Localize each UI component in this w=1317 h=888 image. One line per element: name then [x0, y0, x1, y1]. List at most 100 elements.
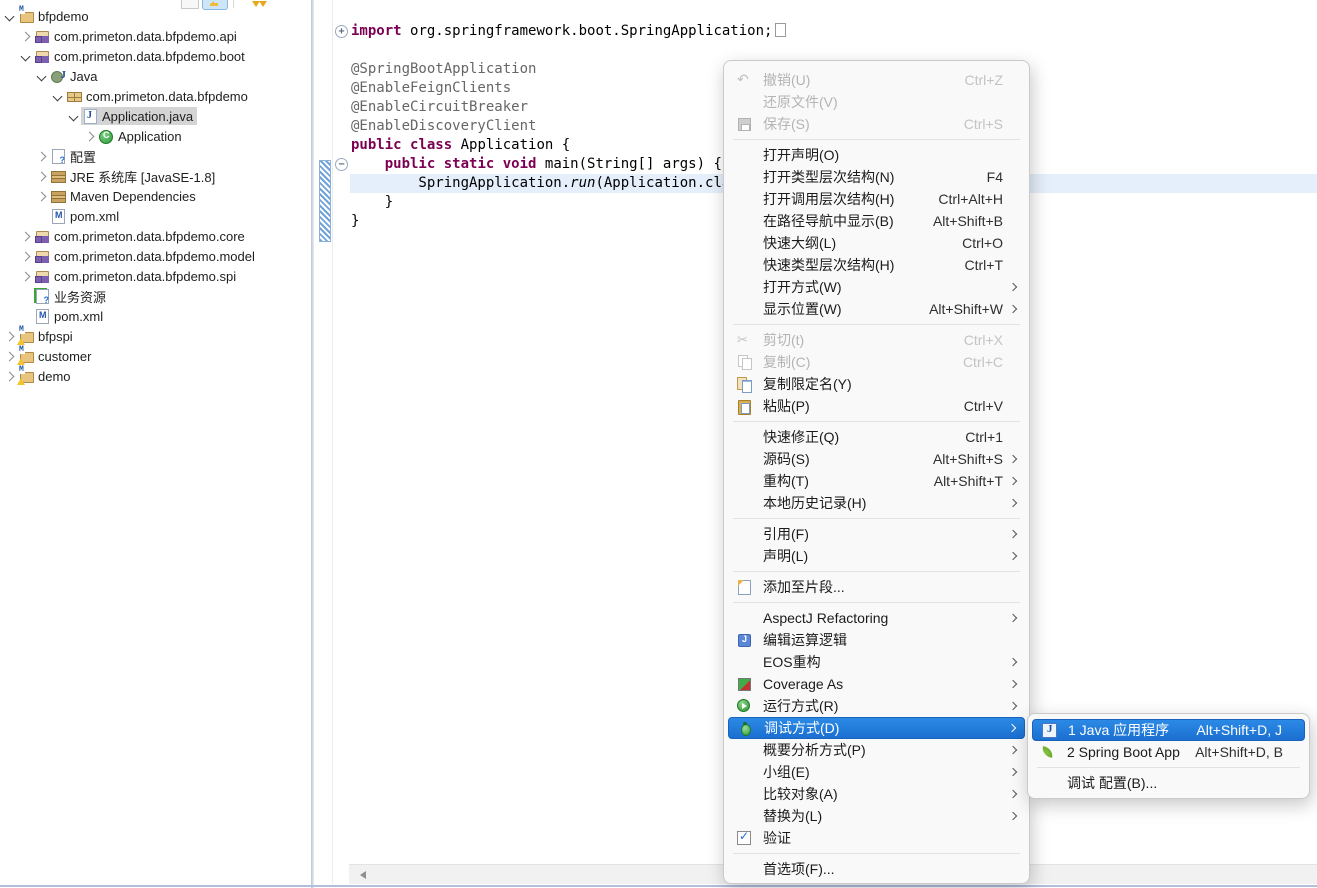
context-menu-item[interactable]: 快速修正(Q)Ctrl+1 — [728, 426, 1025, 448]
tree-expander[interactable] — [34, 193, 49, 200]
tree-item[interactable]: 业务资源 — [0, 286, 311, 306]
context-menu-item[interactable]: 本地历史记录(H) — [728, 492, 1025, 514]
resource-icon — [34, 288, 50, 304]
tree-expander[interactable] — [2, 333, 17, 340]
debug-submenu-separator — [1037, 767, 1300, 768]
debug-submenu-item[interactable]: 调试 配置(B)... — [1032, 772, 1305, 794]
context-menu-item[interactable]: 小组(E) — [728, 761, 1025, 783]
context-menu-item[interactable]: 打开声明(O) — [728, 144, 1025, 166]
tree-expander[interactable] — [18, 33, 33, 40]
tree-item[interactable]: Maven Dependencies — [0, 186, 311, 206]
context-menu-item[interactable]: 首选项(F)... — [728, 858, 1025, 880]
debug-submenu-item[interactable]: 2 Spring Boot AppAlt+Shift+D, B — [1032, 741, 1305, 763]
context-menu-item[interactable]: Coverage As — [728, 673, 1025, 695]
tree-item[interactable]: pom.xml — [0, 306, 311, 326]
context-menu-item[interactable]: 打开方式(W) — [728, 276, 1025, 298]
tree-item[interactable]: JRE 系统库 [JavaSE-1.8] — [0, 166, 311, 186]
tree-expander[interactable] — [2, 353, 17, 360]
context-menu-item[interactable]: 编辑运算逻辑 — [728, 629, 1025, 651]
tree-item[interactable]: bfpdemo — [0, 6, 311, 26]
chevron-right-icon — [5, 331, 15, 341]
context-menu-item[interactable]: 比较对象(A) — [728, 783, 1025, 805]
chevron-right-icon — [37, 151, 47, 161]
tree-item[interactable]: com.primeton.data.bfpdemo.core — [0, 226, 311, 246]
tree-expander[interactable] — [50, 93, 65, 100]
context-menu-item[interactable]: 显示位置(W)Alt+Shift+W — [728, 298, 1025, 320]
tree-expander[interactable] — [18, 253, 33, 260]
context-menu-item[interactable]: 快速大纲(L)Ctrl+O — [728, 232, 1025, 254]
context-menu-item[interactable]: 保存(S)Ctrl+S — [728, 113, 1025, 135]
tree-item[interactable]: com.primeton.data.bfpdemo.spi — [0, 266, 311, 286]
folded-imports-box[interactable] — [775, 23, 786, 37]
context-menu-item[interactable]: 调试方式(D) — [728, 717, 1025, 739]
fold-plus-icon[interactable]: + — [335, 25, 348, 38]
save-icon — [736, 116, 752, 132]
folding-gutter: +− — [333, 0, 350, 884]
context-menu-item[interactable]: 添加至片段... — [728, 576, 1025, 598]
debug-submenu-item[interactable]: 1 Java 应用程序Alt+Shift+D, J — [1032, 719, 1305, 741]
context-menu-item[interactable]: 声明(L) — [728, 545, 1025, 567]
context-menu-item[interactable]: 打开类型层次结构(N)F4 — [728, 166, 1025, 188]
tree-expander[interactable] — [18, 233, 33, 240]
context-menu-item[interactable]: 剪切(t)Ctrl+X — [728, 329, 1025, 351]
context-menu-item[interactable]: AspectJ Refactoring — [728, 607, 1025, 629]
context-menu-item[interactable]: 快速类型层次结构(H)Ctrl+T — [728, 254, 1025, 276]
tree-expander[interactable] — [18, 273, 33, 280]
context-menu-separator — [733, 571, 1020, 572]
submenu-arrow-icon — [1009, 614, 1017, 622]
fold-minus-icon[interactable]: − — [335, 158, 348, 171]
tree-item[interactable]: Java — [0, 66, 311, 86]
chevron-down-icon — [21, 51, 31, 61]
context-menu-separator — [733, 602, 1020, 603]
submenu-arrow-icon — [1009, 305, 1017, 313]
tree-expander[interactable] — [66, 113, 81, 120]
tree-item[interactable]: customer — [0, 346, 311, 366]
context-menu-item[interactable]: 复制(C)Ctrl+C — [728, 351, 1025, 373]
range-indicator — [319, 160, 331, 242]
context-menu-item[interactable]: 运行方式(R) — [728, 695, 1025, 717]
submenu-arrow-icon — [1009, 477, 1017, 485]
scroll-left-arrow-icon[interactable] — [356, 871, 366, 879]
tree-item[interactable]: 配置 — [0, 146, 311, 166]
tree-expander[interactable] — [34, 153, 49, 160]
context-menu-item[interactable]: 还原文件(V) — [728, 91, 1025, 113]
cut-icon — [736, 332, 752, 348]
tree-expander[interactable] — [82, 133, 97, 140]
context-menu-item[interactable]: 引用(F) — [728, 523, 1025, 545]
module-icon — [34, 28, 50, 44]
tree-item[interactable]: demo — [0, 366, 311, 386]
tree-expander[interactable] — [34, 173, 49, 180]
tree-expander[interactable] — [2, 13, 17, 20]
context-menu-item[interactable]: 源码(S)Alt+Shift+S — [728, 448, 1025, 470]
edit-logic-icon — [736, 632, 752, 648]
context-menu-item[interactable]: 在路径导航中显示(B)Alt+Shift+B — [728, 210, 1025, 232]
tree-item[interactable]: bfpspi — [0, 326, 311, 346]
context-menu-item[interactable]: 概要分析方式(P) — [728, 739, 1025, 761]
tree-item[interactable]: com.primeton.data.bfpdemo.api — [0, 26, 311, 46]
tree-item[interactable]: com.primeton.data.bfpdemo — [0, 86, 311, 106]
module-icon — [34, 48, 50, 64]
context-menu-item[interactable]: 撤销(U)Ctrl+Z — [728, 69, 1025, 91]
tree-item[interactable]: pom.xml — [0, 206, 311, 226]
context-menu-item[interactable]: 重构(T)Alt+Shift+T — [728, 470, 1025, 492]
tree-expander[interactable] — [2, 373, 17, 380]
context-menu-item[interactable]: 验证 — [728, 827, 1025, 849]
chevron-down-icon — [5, 11, 15, 21]
context-menu-item[interactable]: 复制限定名(Y) — [728, 373, 1025, 395]
context-menu-separator — [733, 324, 1020, 325]
code-line: import org.springframework.boot.SpringAp… — [351, 22, 1317, 41]
tree-item[interactable]: Application.java — [0, 106, 311, 126]
context-menu-item[interactable]: 粘贴(P)Ctrl+V — [728, 395, 1025, 417]
context-menu-separator — [733, 139, 1020, 140]
pom-icon — [50, 208, 66, 224]
context-menu-item[interactable]: EOS重构 — [728, 651, 1025, 673]
tree-item[interactable]: com.primeton.data.bfpdemo.boot — [0, 46, 311, 66]
tree-expander[interactable] — [18, 53, 33, 60]
maven-project-warning-icon — [18, 328, 34, 344]
tree-item[interactable]: Application — [0, 126, 311, 146]
submenu-arrow-icon — [1009, 702, 1017, 710]
context-menu-item[interactable]: 打开调用层次结构(H)Ctrl+Alt+H — [728, 188, 1025, 210]
tree-item[interactable]: com.primeton.data.bfpdemo.model — [0, 246, 311, 266]
context-menu-item[interactable]: 替换为(L) — [728, 805, 1025, 827]
tree-expander[interactable] — [34, 73, 49, 80]
